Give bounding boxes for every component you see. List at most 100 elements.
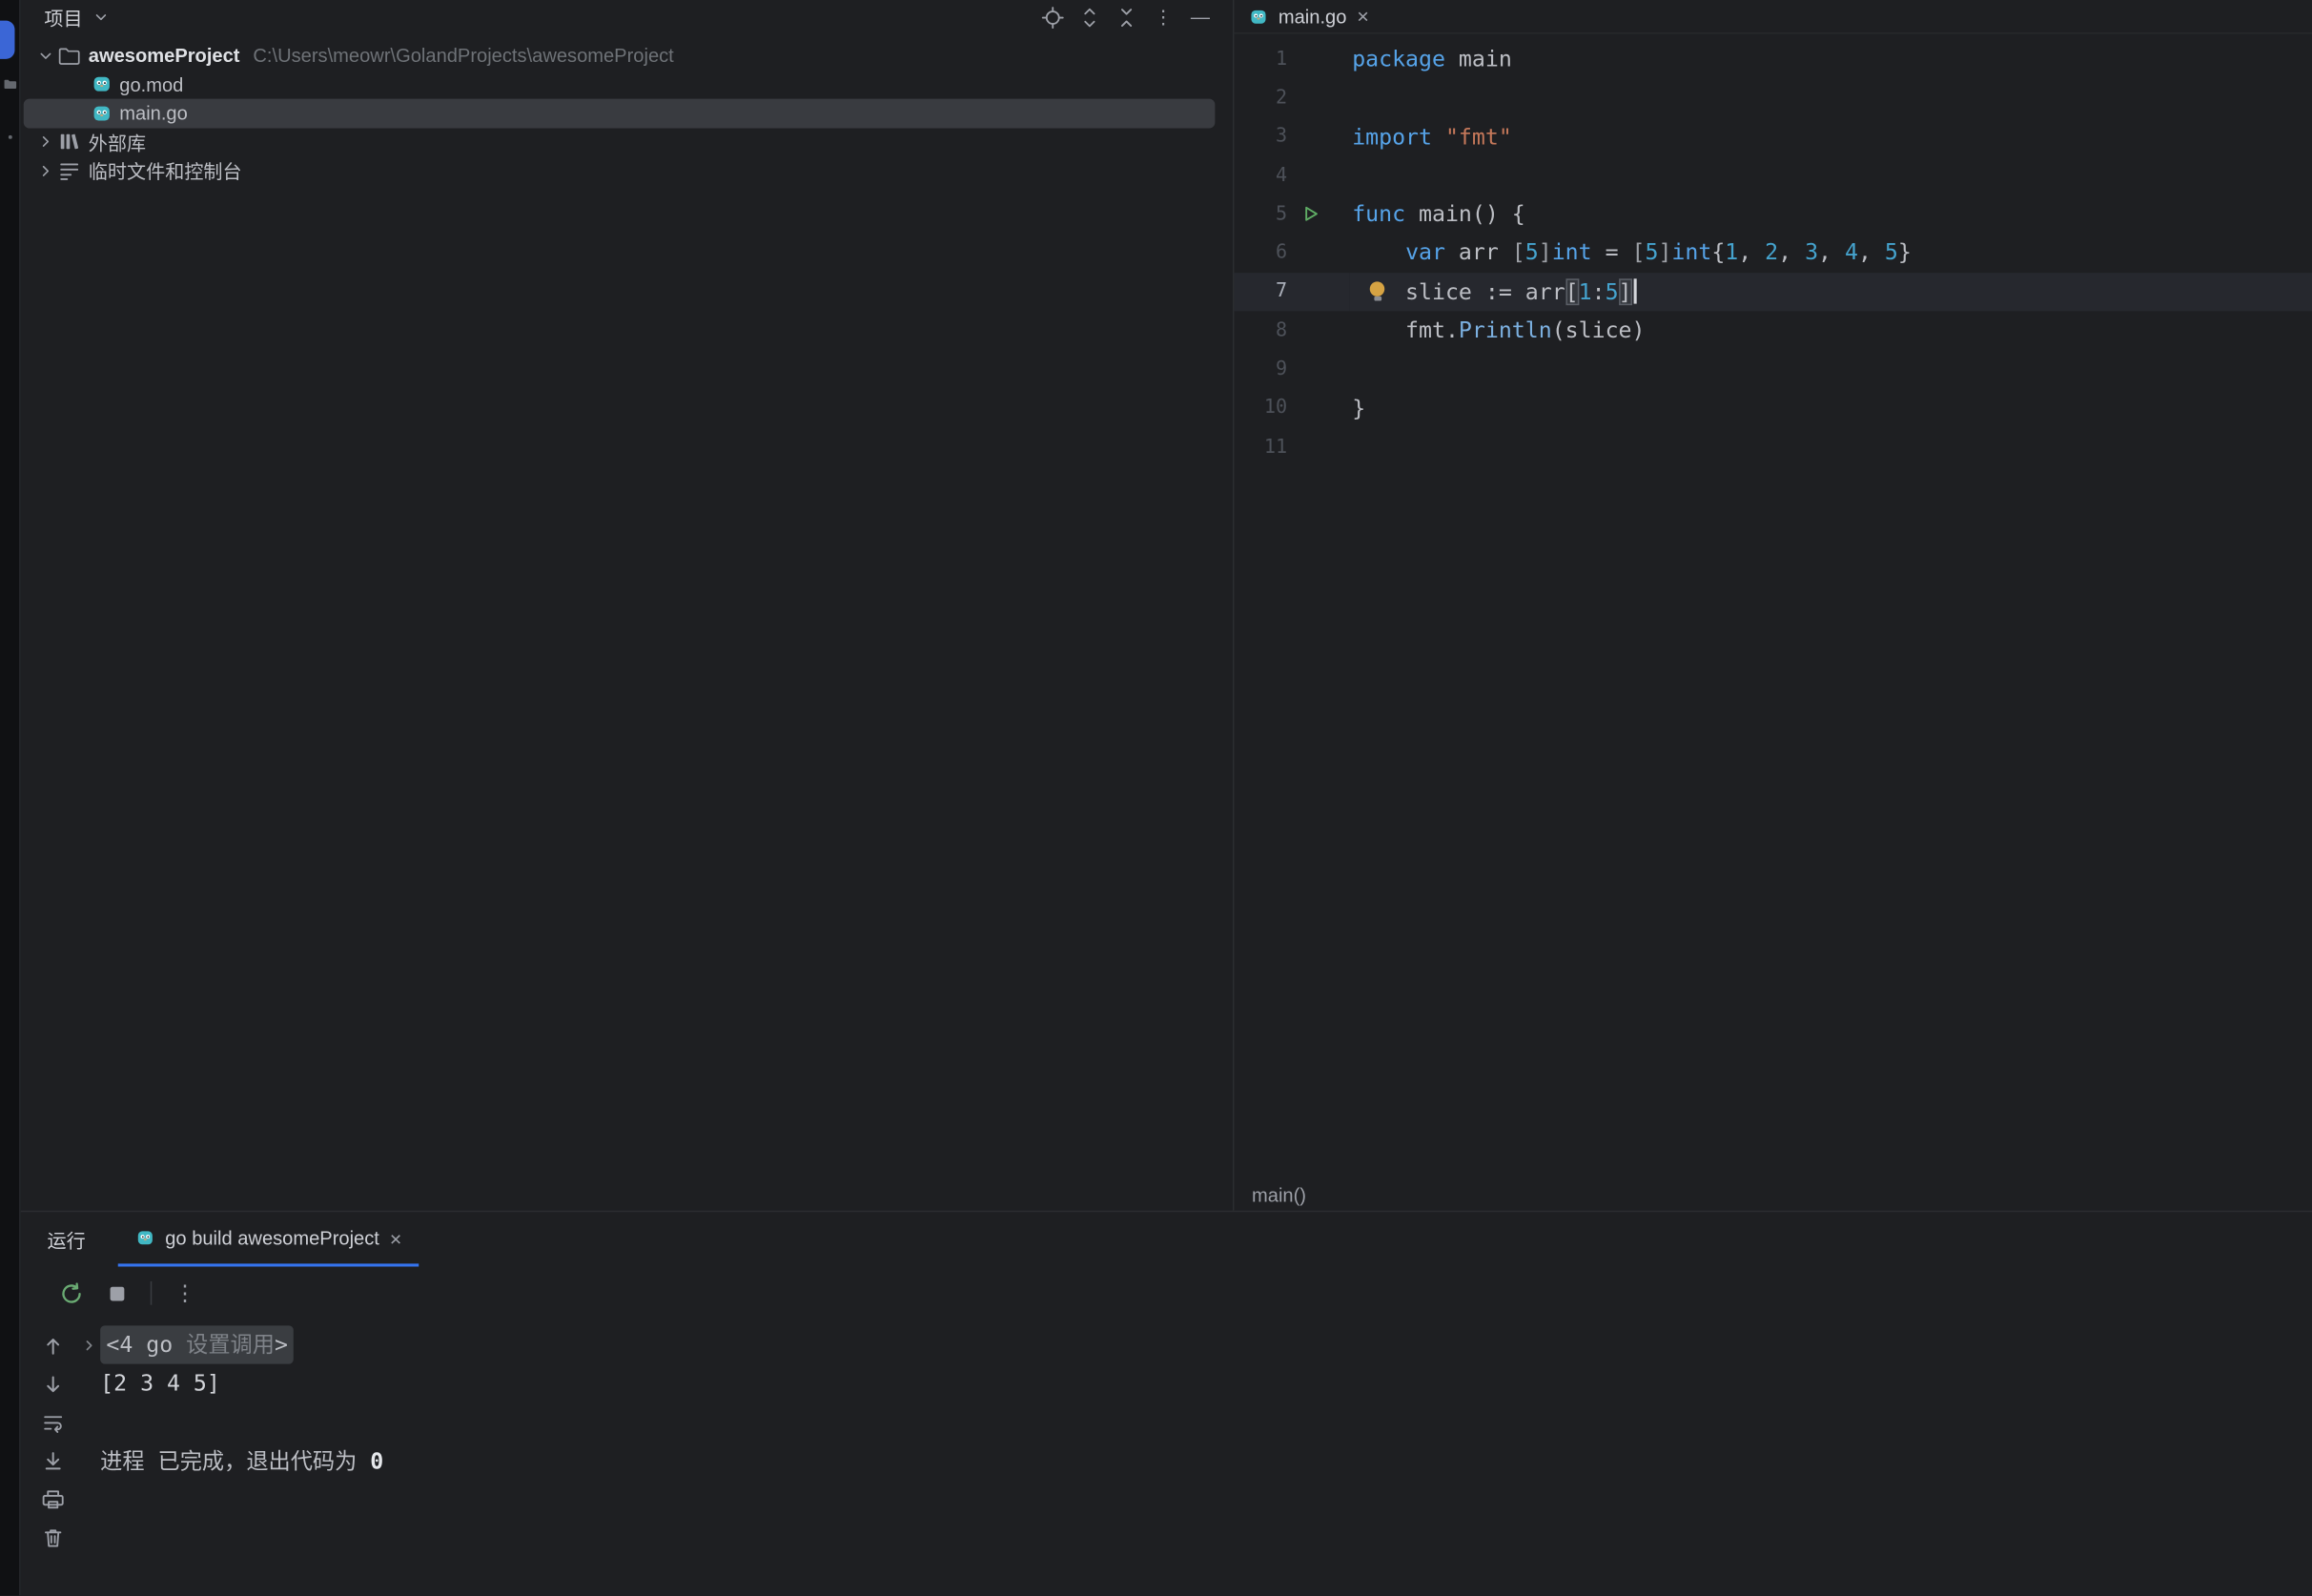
close-icon[interactable]: × [1357,6,1369,27]
chevron-down-icon[interactable] [92,8,111,27]
stripe-more-icon[interactable] [3,130,17,144]
breadcrumb-item[interactable]: main() [1252,1183,1306,1205]
tree-row-maingo[interactable]: main.go [24,99,1216,128]
console-command-line: <4 go 设置调用> [97,1325,2312,1364]
close-icon[interactable]: × [390,1228,402,1249]
soft-wrap-button[interactable] [41,1411,65,1435]
file-label: main.go [119,102,188,124]
gutter-line[interactable]: 9 [1234,350,1349,389]
library-icon [57,130,81,153]
console-toolbar [21,1320,97,1595]
tree-row-gomod[interactable]: go.mod [21,70,1233,98]
print-button[interactable] [41,1487,65,1511]
tool-window-stripe [0,0,21,1595]
project-root-path: C:\Users\meowr\GolandProjects\awesomePro… [253,45,673,67]
scratches-icon [57,159,81,183]
run-tab-bar: 运行 go build awesomeProject × [21,1212,2312,1266]
more-options-button[interactable]: ⋮ [1152,5,1176,29]
code-line[interactable] [1349,350,2312,389]
project-header: 项目 [21,0,1233,34]
folder-icon [57,44,81,68]
editor-area: main.go × 1234567891011 package main impo… [1234,0,2312,1211]
tree-label: 外部库 [89,128,146,155]
project-tree: awesomeProject C:\Users\meowr\GolandProj… [21,41,1233,185]
run-line-icon[interactable] [1300,204,1321,225]
editor-gutter: 1234567891011 [1234,34,1349,1178]
code-line[interactable]: fmt.Println(slice) [1349,311,2312,350]
ide-window: 项目 [0,0,2312,1595]
console-blank-line [97,1403,2312,1443]
file-label: go.mod [119,73,183,95]
scroll-to-end-button[interactable] [41,1449,65,1473]
gutter-line[interactable]: 1 [1234,40,1349,79]
intention-bulb-icon[interactable] [1370,281,1384,296]
code-line[interactable]: import "fmt" [1349,117,2312,156]
project-root-name: awesomeProject [89,45,240,67]
code-line[interactable]: func main() { [1349,194,2312,234]
main-area: 项目 [21,0,2312,1595]
gutter-line[interactable]: 8 [1234,311,1349,350]
code-line[interactable]: } [1349,389,2312,428]
code-line[interactable] [1349,78,2312,117]
run-tool-window: 运行 go build awesomeProject × [21,1212,2312,1595]
gutter-line[interactable]: 4 [1234,156,1349,195]
code-line[interactable] [1349,427,2312,466]
more-options-button[interactable]: ⋮ [173,1280,197,1305]
tree-row-scratches[interactable]: 临时文件和控制台 [21,156,1233,185]
gutter-line[interactable]: 5 [1234,194,1349,234]
rerun-button[interactable] [59,1280,84,1305]
code-line[interactable] [1349,156,2312,195]
hide-panel-button[interactable]: — [1189,5,1213,29]
project-header-actions: ⋮ — [1041,5,1212,29]
tree-row-project-root[interactable]: awesomeProject C:\Users\meowr\GolandProj… [21,41,1233,70]
gutter-line[interactable]: 3 [1234,117,1349,156]
go-file-icon [92,103,113,124]
up-arrow-button[interactable] [41,1335,65,1359]
tab-label: main.go [1279,5,1347,27]
code-line[interactable]: var arr [5]int = [5]int{1, 2, 3, 4, 5} [1349,234,2312,273]
chevron-right-icon[interactable] [34,133,58,152]
locate-file-button[interactable] [1041,5,1065,29]
gutter-line[interactable]: 10 [1234,389,1349,428]
gutter-line[interactable]: 2 [1234,78,1349,117]
go-file-icon [135,1228,154,1247]
code-line[interactable]: slice := arr[1:5] [1349,273,2312,312]
tree-row-external-libraries[interactable]: 外部库 [21,128,1233,156]
editor-tab-maingo[interactable]: main.go × [1234,0,1383,32]
breadcrumb: main() [1234,1178,2312,1211]
folded-command[interactable]: <4 go 设置调用> [100,1325,294,1364]
expand-all-button[interactable] [1078,5,1102,29]
gutter-line[interactable]: 11 [1234,427,1349,466]
editor-body: 1234567891011 package main import "fmt" fu… [1234,34,2312,1178]
project-title[interactable]: 项目 [44,3,82,31]
toolbar-separator [151,1281,153,1305]
tree-label: 临时文件和控制台 [89,156,242,184]
console-output: [2 3 4 5] [97,1364,2312,1403]
console-exit-line: 进程 已完成，退出代码为 0 [97,1442,2312,1481]
top-row: 项目 [21,0,2312,1212]
console: <4 go 设置调用> [2 3 4 5] 进程 已完成，退出代码为 0 [21,1320,2312,1595]
go-file-icon [92,74,113,95]
go-file-icon [1249,7,1268,26]
collapse-all-button[interactable] [1115,5,1138,29]
fold-chevron-icon[interactable] [81,1338,97,1354]
editor-tab-bar: main.go × [1234,0,2312,34]
console-output-area[interactable]: <4 go 设置调用> [2 3 4 5] 进程 已完成，退出代码为 0 [97,1320,2312,1595]
text-caret [1633,278,1636,303]
chevron-right-icon[interactable] [34,162,58,180]
gutter-line[interactable]: 6 [1234,234,1349,273]
app-logo[interactable] [0,21,14,59]
exit-code: 0 [370,1442,383,1481]
run-tab-go-build[interactable]: go build awesomeProject × [118,1212,419,1266]
gutter-line[interactable]: 7 [1234,273,1349,312]
project-tool-window: 项目 [21,0,1235,1211]
run-toolbar: ⋮ [21,1266,2312,1320]
chevron-down-icon[interactable] [34,47,58,65]
stop-button[interactable] [105,1280,130,1305]
tab-label: go build awesomeProject [165,1227,379,1249]
code-lines[interactable]: package main import "fmt" func main() { va… [1349,34,2312,1178]
stripe-project-icon[interactable] [3,76,17,91]
code-line[interactable]: package main [1349,40,2312,79]
clear-all-button[interactable] [41,1526,65,1550]
down-arrow-button[interactable] [41,1373,65,1397]
